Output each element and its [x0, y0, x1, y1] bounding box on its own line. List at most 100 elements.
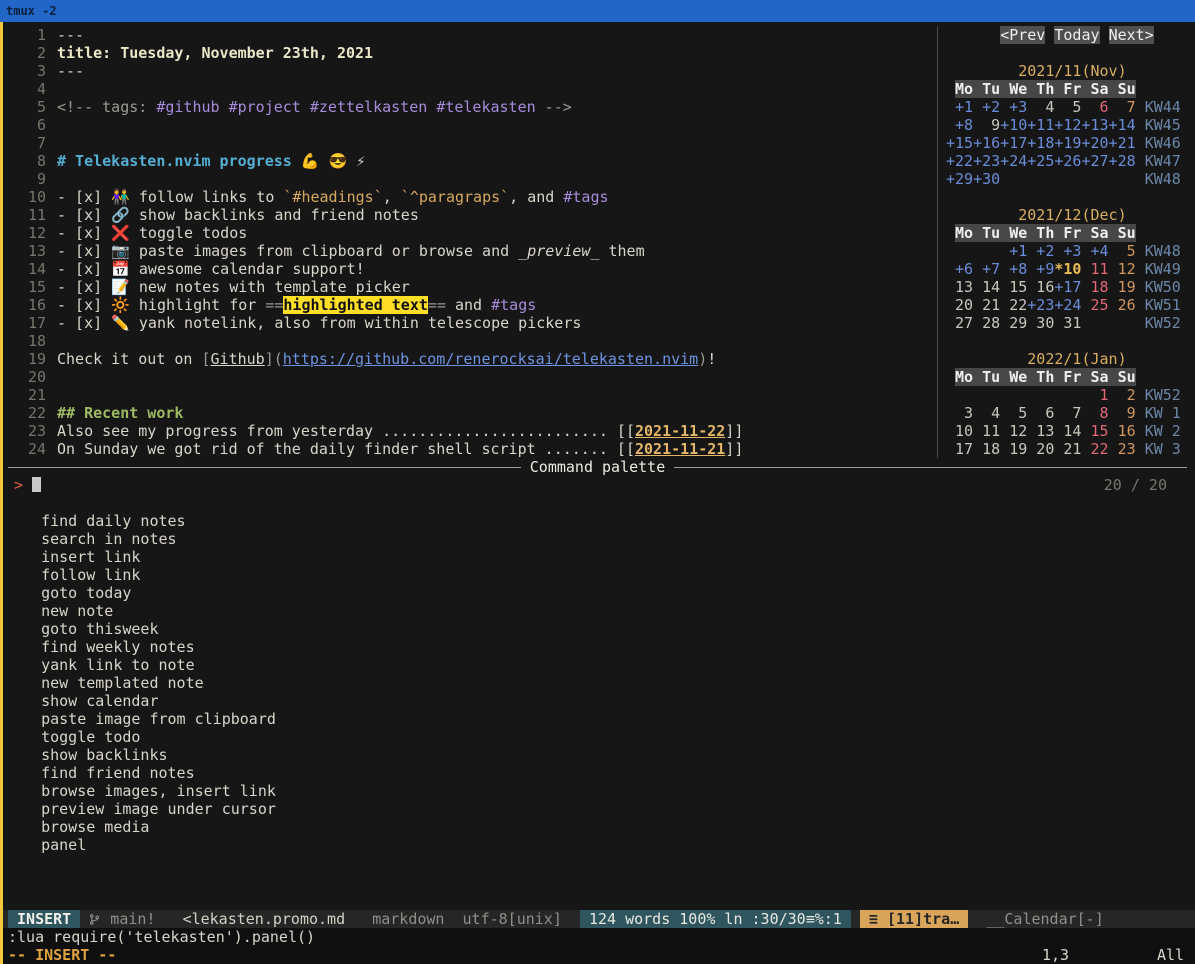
editor-line[interactable]: 12- [x] ❌ toggle todos — [8, 224, 937, 242]
calendar-pane[interactable]: <Prev Today Next> 2021/11(Nov) Mo Tu We … — [938, 26, 1195, 458]
calendar-days[interactable]: 22 — [1081, 440, 1108, 458]
calendar-linked-days[interactable]: +1 +2 +3 — [946, 98, 1027, 116]
calendar-days[interactable]: 5 — [1109, 242, 1136, 260]
palette-item[interactable]: new templated note — [8, 674, 1195, 692]
week-number: KW45 — [1145, 116, 1181, 134]
editor-line[interactable]: 19Check it out on [Github](https://githu… — [8, 350, 937, 368]
calendar-blank-line — [946, 188, 1195, 206]
mode-indicator: INSERT — [8, 910, 80, 928]
text-run — [1136, 278, 1145, 296]
calendar-days[interactable]: 4 5 — [1027, 98, 1081, 116]
editor-line[interactable]: 8# Telekasten.nvim progress 💪 😎 ⚡ — [8, 152, 937, 170]
calendar-today-button[interactable]: Today — [1054, 26, 1099, 44]
palette-item[interactable]: show calendar — [8, 692, 1195, 710]
calendar-days[interactable]: 11 — [1081, 260, 1108, 278]
command-line[interactable]: :lua require('telekasten').panel() — [0, 928, 1195, 946]
palette-item[interactable]: find daily notes — [8, 512, 1195, 530]
calendar-days[interactable]: 15 — [1081, 422, 1108, 440]
editor-line[interactable]: 6 — [8, 116, 937, 134]
palette-item[interactable]: find friend notes — [8, 764, 1195, 782]
editor-line[interactable]: 20 — [8, 368, 937, 386]
calendar-days[interactable]: 19 — [1109, 278, 1136, 296]
palette-item[interactable]: toggle todo — [8, 728, 1195, 746]
calendar-linked-days[interactable]: +8 — [946, 116, 973, 134]
text-run: https://github.com/renerocksai/telekaste… — [283, 350, 698, 368]
calendar-linked-days[interactable]: +29+30 — [946, 170, 1000, 188]
editor-line[interactable]: 3--- — [8, 62, 937, 80]
editor-line[interactable]: 15- [x] 📝 new notes with template picker — [8, 278, 937, 296]
calendar-linked-days[interactable]: +17 — [1054, 278, 1081, 296]
palette-item[interactable]: search in notes — [8, 530, 1195, 548]
editor-line[interactable]: 10- [x] 👫 follow links to `#headings`, `… — [8, 188, 937, 206]
palette-item[interactable]: show backlinks — [8, 746, 1195, 764]
editor-line[interactable]: 14- [x] 📅 awesome calendar support! — [8, 260, 937, 278]
calendar-linked-days[interactable]: +10+11+12+13+14 — [1000, 116, 1135, 134]
calendar-days[interactable]: 16 — [1109, 422, 1136, 440]
calendar-today-day[interactable]: *10 — [1054, 260, 1081, 278]
calendar-days[interactable]: 8 — [1081, 404, 1108, 422]
editor-line[interactable]: 16- [x] 🔆 highlight for ==highlighted te… — [8, 296, 937, 314]
editor-line[interactable]: 22## Recent work — [8, 404, 937, 422]
palette-item[interactable]: panel — [8, 836, 1195, 854]
editor-line[interactable]: 9 — [8, 170, 937, 188]
palette-item-label: paste image from clipboard — [14, 710, 276, 728]
calendar-days[interactable]: 9 — [1109, 404, 1136, 422]
editor-line[interactable]: 1--- — [8, 26, 937, 44]
palette-item[interactable]: browse media — [8, 818, 1195, 836]
calendar-days[interactable]: 2 — [1109, 386, 1136, 404]
calendar-days[interactable]: 7 — [1109, 98, 1136, 116]
calendar-linked-days[interactable]: +1 +2 +3 +4 — [1000, 242, 1108, 260]
palette-item[interactable]: paste image from clipboard — [8, 710, 1195, 728]
calendar-days[interactable]: 3 4 5 6 7 — [946, 404, 1081, 422]
editor-line[interactable]: 18 — [8, 332, 937, 350]
calendar-days[interactable]: 18 — [1081, 278, 1108, 296]
calendar-week-row: +8 9+10+11+12+13+14 KW45 — [946, 116, 1195, 134]
editor-line[interactable]: 5<!-- tags: #github #project #zettelkast… — [8, 98, 937, 116]
editor-line[interactable]: 11- [x] 🔗 show backlinks and friend note… — [8, 206, 937, 224]
calendar-days[interactable]: 17 18 19 20 21 — [946, 440, 1081, 458]
palette-item-selected[interactable]: >find notes — [8, 494, 1195, 512]
text-run: title: Tuesday, November 23th, 2021 — [57, 44, 373, 62]
calendar-blank-line — [946, 44, 1195, 62]
calendar-days[interactable]: 6 — [1081, 98, 1108, 116]
editor-line[interactable]: 17- [x] ✏️ yank notelink, also from with… — [8, 314, 937, 332]
palette-prompt-input[interactable]: > 20 / 20 — [8, 476, 1195, 494]
palette-item[interactable]: follow link — [8, 566, 1195, 584]
calendar-days[interactable]: 27 28 29 30 31 — [946, 314, 1081, 332]
editor-line[interactable]: 24On Sunday we got rid of the daily find… — [8, 440, 937, 458]
editor-line[interactable]: 21 — [8, 386, 937, 404]
calendar-linked-days[interactable]: +6 +7 +8 +9 — [946, 260, 1054, 278]
editor-line[interactable]: 23Also see my progress from yesterday ..… — [8, 422, 937, 440]
calendar-days[interactable]: 26 — [1109, 296, 1136, 314]
palette-item[interactable]: goto today — [8, 584, 1195, 602]
calendar-prev-button[interactable]: <Prev — [1000, 26, 1045, 44]
calendar-next-button[interactable]: Next> — [1109, 26, 1154, 44]
calendar-days[interactable]: 23 — [1109, 440, 1136, 458]
palette-item[interactable]: insert link — [8, 548, 1195, 566]
editor-line[interactable]: 2title: Tuesday, November 23th, 2021 — [8, 44, 937, 62]
calendar-days[interactable]: 13 14 15 16 — [946, 278, 1054, 296]
editor-line[interactable]: 13- [x] 📷 paste images from clipboard or… — [8, 242, 937, 260]
scroll-indicator: All — [1157, 946, 1187, 964]
week-number: KW 1 — [1145, 404, 1181, 422]
palette-item[interactable]: find weekly notes — [8, 638, 1195, 656]
palette-item[interactable]: preview image under cursor — [8, 800, 1195, 818]
calendar-linked-days[interactable]: +15+16+17+18+19+20+21 — [946, 134, 1136, 152]
palette-item[interactable]: new note — [8, 602, 1195, 620]
calendar-days[interactable]: 1 — [1081, 386, 1108, 404]
calendar-days[interactable]: 12 — [1109, 260, 1136, 278]
calendar-days[interactable]: 25 — [1081, 296, 1108, 314]
editor-line[interactable]: 4 — [8, 80, 937, 98]
calendar-days[interactable]: 20 21 22 — [946, 296, 1027, 314]
calendar-days[interactable]: 10 11 12 13 14 — [946, 422, 1081, 440]
text-run: --- — [57, 62, 84, 80]
editor-pane[interactable]: 1---2title: Tuesday, November 23th, 2021… — [0, 26, 937, 458]
calendar-linked-days[interactable]: +23+24 — [1027, 296, 1081, 314]
palette-item[interactable]: yank link to note — [8, 656, 1195, 674]
text-run: `^paragraps` — [401, 188, 509, 206]
palette-item[interactable]: browse images, insert link — [8, 782, 1195, 800]
calendar-days[interactable]: 9 — [973, 116, 1000, 134]
editor-line[interactable]: 7 — [8, 134, 937, 152]
calendar-linked-days[interactable]: +22+23+24+25+26+27+28 — [946, 152, 1136, 170]
palette-item[interactable]: goto thisweek — [8, 620, 1195, 638]
